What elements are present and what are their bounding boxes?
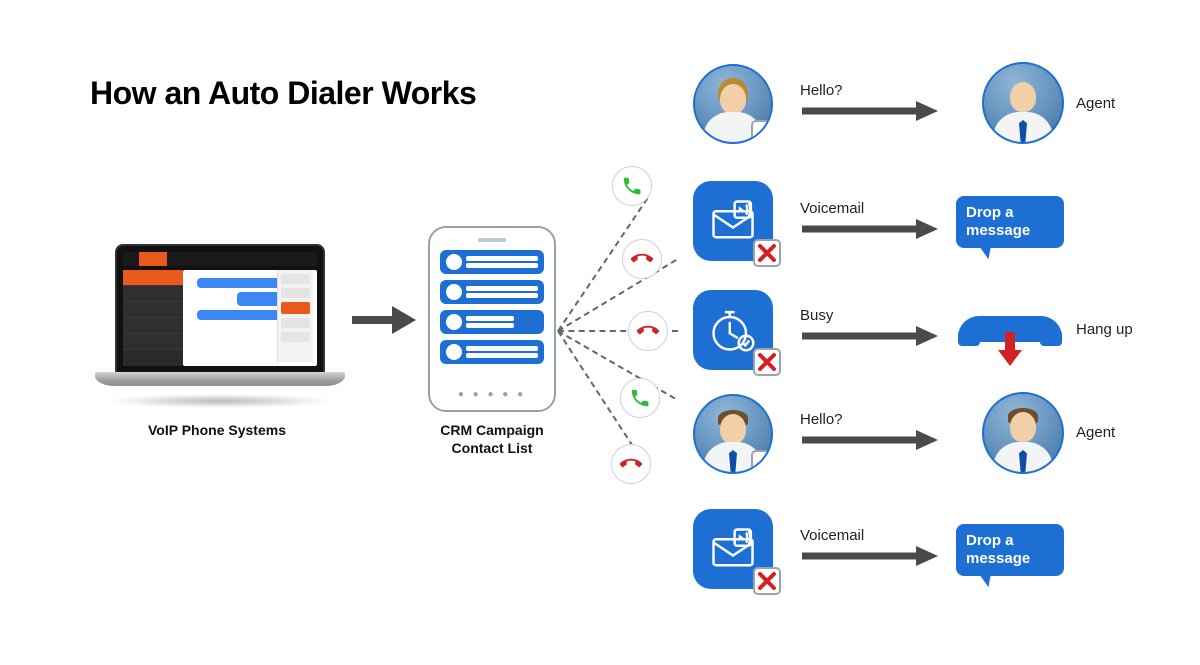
- agent-avatar: [982, 392, 1064, 474]
- result-hangup: [956, 300, 1066, 360]
- result-label: Agent: [1076, 424, 1115, 441]
- result-drop-message: Drop a message: [956, 524, 1066, 576]
- result-drop-message: Drop a message: [956, 196, 1066, 248]
- speech-bubble: Drop a message: [956, 524, 1064, 576]
- contact-row: [440, 250, 544, 274]
- outcome-label: Hello?: [800, 82, 940, 99]
- cross-icon: [753, 567, 781, 595]
- check-icon: [751, 120, 773, 144]
- speech-bubble: Drop a message: [956, 196, 1064, 248]
- phone-icon: [620, 378, 660, 418]
- contact-row: [440, 310, 544, 334]
- crm-label: CRM Campaign Contact List: [438, 422, 546, 457]
- voip-label: VoIP Phone Systems: [147, 422, 287, 438]
- outcome-arrow: Hello?: [800, 411, 940, 451]
- contact-list: [440, 250, 544, 382]
- crm-tablet: ● ● ● ● ●: [428, 226, 556, 412]
- cross-icon: [753, 348, 781, 376]
- phone-icon: [611, 444, 651, 484]
- outcome-label: Busy: [800, 307, 940, 324]
- result-agent: [956, 392, 1066, 474]
- cross-icon: [753, 239, 781, 267]
- outcome-label: Voicemail: [800, 200, 940, 217]
- diagram-title: How an Auto Dialer Works: [90, 75, 476, 112]
- laptop-screen: [115, 244, 325, 374]
- contact-row: [440, 280, 544, 304]
- outcome-arrow: Voicemail: [800, 527, 940, 567]
- phone-icon: [622, 239, 662, 279]
- outcome-label: Hello?: [800, 411, 940, 428]
- result-agent: [956, 62, 1066, 144]
- outcome-label: Voicemail: [800, 527, 940, 544]
- diagram-canvas: How an Auto Dialer Works VoIP Phone Syst…: [0, 0, 1200, 665]
- contact-row: [440, 340, 544, 364]
- phone-icon: [628, 311, 668, 351]
- phone-icon: [612, 166, 652, 206]
- agent-avatar: [982, 62, 1064, 144]
- voicemail-icon: [693, 181, 773, 261]
- contact-person-avatar: [693, 64, 773, 144]
- check-icon: [751, 450, 773, 474]
- contact-person-avatar: [693, 394, 773, 474]
- hangup-icon: [956, 300, 1064, 360]
- voip-laptop: [95, 244, 345, 414]
- busy-stopwatch-icon: [693, 290, 773, 370]
- outcome-arrow: Hello?: [800, 82, 940, 122]
- outcome-arrow: Busy: [800, 307, 940, 347]
- voicemail-icon: [693, 509, 773, 589]
- result-label: Hang up: [1076, 321, 1133, 338]
- result-label: Agent: [1076, 95, 1115, 112]
- outcome-arrow: Voicemail: [800, 200, 940, 240]
